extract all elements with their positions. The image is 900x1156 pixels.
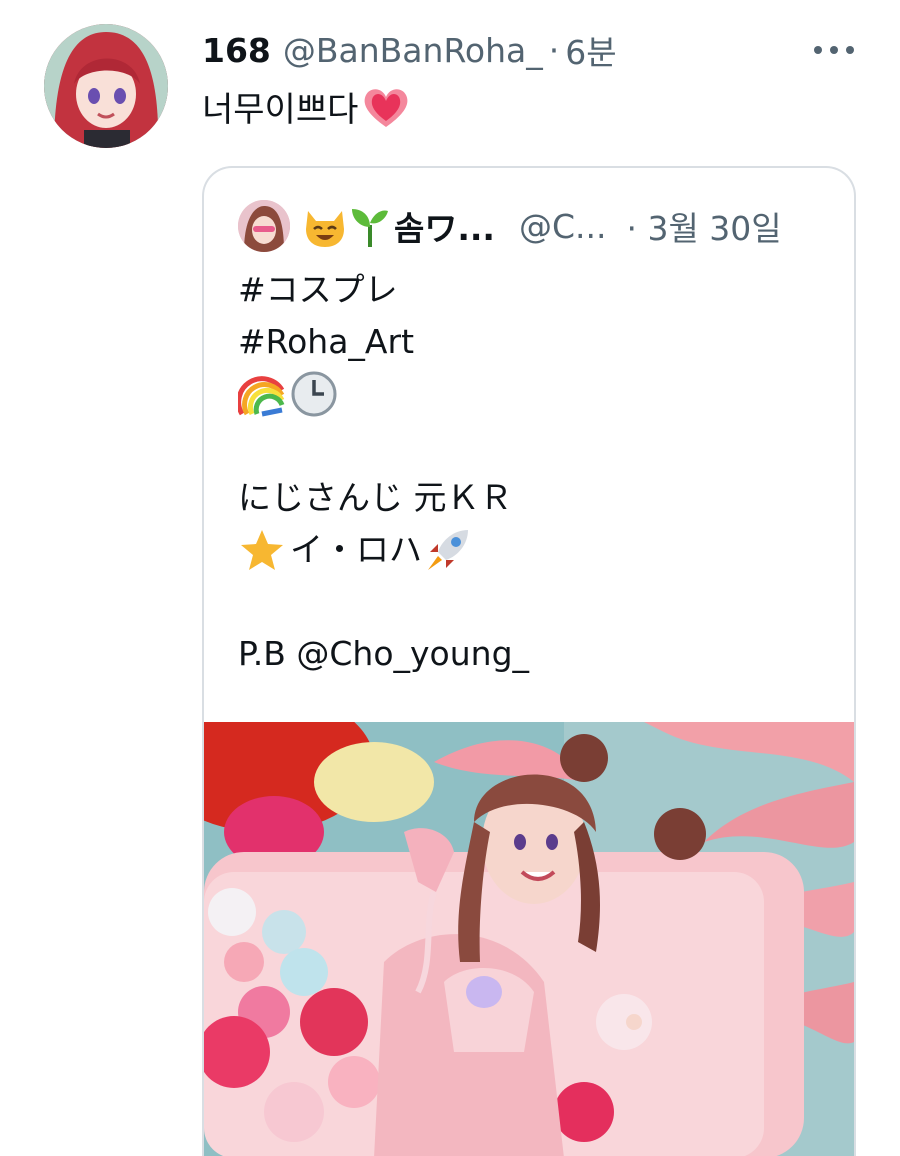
name-text: イ・ロハ (290, 530, 422, 569)
cosplay-photo[interactable] (204, 722, 854, 1156)
quoted-text: #コスプレ #Roha_Art にじさんじ 元ＫＲ イ・ロハ P.B @Cho_… (236, 264, 529, 680)
tweet-time[interactable]: 6분 (565, 26, 616, 74)
user-handle[interactable]: @BanBanRoha_ (283, 31, 543, 70)
display-name[interactable]: 168 (202, 31, 271, 70)
author-avatar[interactable] (44, 24, 168, 148)
separator: · (548, 30, 560, 70)
emoji-line (236, 368, 529, 420)
text-line[interactable]: #Roha_Art (238, 316, 529, 368)
quoted-avatar[interactable] (238, 200, 290, 252)
quoted-header: 솜ワ... @C... · 3월 30일 (238, 200, 782, 252)
seedling-emoji (350, 203, 390, 249)
tweet-body: 너무이쁘다 (202, 90, 359, 130)
clock-emoji (290, 370, 338, 418)
text-line[interactable]: P.B @Cho_young_ (238, 628, 529, 680)
text-line[interactable]: #コスプレ (238, 264, 529, 316)
quoted-tweet[interactable]: 솜ワ... @C... · 3월 30일 #コスプレ #Roha_Art にじさ… (202, 166, 856, 1156)
star-emoji (238, 526, 286, 574)
quoted-display-name[interactable]: 솜ワ... (394, 202, 495, 250)
rainbow-emoji (236, 370, 286, 418)
quoted-time[interactable]: · 3월 30일 (626, 202, 781, 250)
more-dots-icon[interactable] (814, 40, 854, 60)
text-line[interactable]: にじさんじ 元ＫＲ (238, 472, 529, 524)
heart-emoji (362, 85, 410, 129)
name-line: イ・ロハ (238, 524, 529, 576)
smiling-cat-emoji (302, 203, 348, 249)
tweet-text: 너무이쁘다 (202, 82, 410, 131)
rocket-emoji (424, 526, 472, 574)
tweet-header: 168 @BanBanRoha_ · 6분 (202, 26, 617, 74)
quoted-handle[interactable]: @C... (519, 207, 607, 246)
